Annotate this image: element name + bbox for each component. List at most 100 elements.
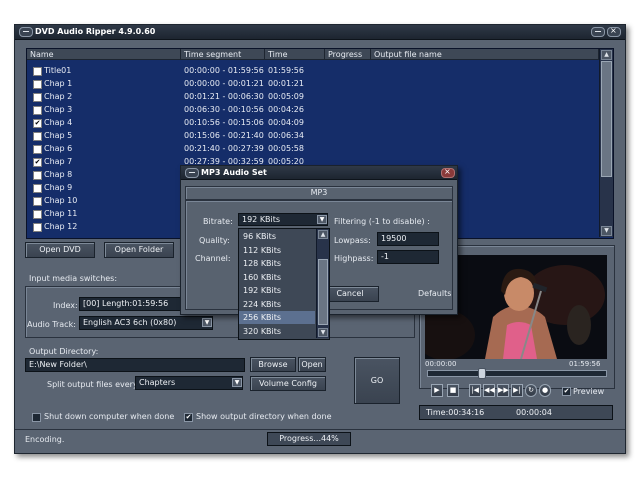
row-checkbox[interactable]: ✔: [33, 158, 42, 167]
column-time-segment[interactable]: Time segment: [181, 49, 265, 60]
dropdown-option[interactable]: 128 KBits: [239, 257, 315, 270]
column-output-file-name[interactable]: Output file name: [371, 49, 599, 60]
dialog-title-bar[interactable]: MP3 Audio Set ×: [181, 166, 457, 180]
dropdown-option[interactable]: 112 KBits: [239, 244, 315, 257]
show-directory-label: Show output directory when done: [196, 412, 332, 421]
open-dvd-button[interactable]: Open DVD: [25, 242, 95, 258]
dropdown-option[interactable]: 160 KBits: [239, 271, 315, 284]
audio-track-select[interactable]: English AC3 6ch (0x80): [79, 316, 213, 330]
index-field[interactable]: [00] Length:01:59:56: [79, 297, 193, 311]
shutdown-checkbox[interactable]: [32, 413, 41, 422]
row-time-segment: 00:10:56 - 00:15:06: [184, 118, 264, 127]
table-row[interactable]: Chap 5 00:15:06 - 00:21:40 00:06:34: [27, 129, 599, 142]
dropdown-scrollbar[interactable]: ▲ ▼: [316, 229, 329, 338]
loop-icon[interactable]: ↻: [525, 384, 537, 397]
table-row[interactable]: ✔ Chap 4 00:10:56 - 00:15:06 00:04:09: [27, 116, 599, 129]
scroll-up-icon[interactable]: ▲: [601, 50, 612, 60]
chevron-down-icon[interactable]: ▼: [317, 215, 327, 224]
play-icon[interactable]: ▶: [431, 384, 443, 397]
scroll-thumb[interactable]: [601, 61, 612, 177]
dropdown-scroll-down-icon[interactable]: ▼: [318, 328, 328, 337]
dialog-menu-icon[interactable]: [185, 168, 199, 178]
mp3-audio-set-dialog: MP3 Audio Set × MP3 Bitrate: 192 KBits ▼…: [180, 165, 458, 340]
filtering-label: Filtering (-1 to disable) :: [334, 217, 430, 226]
dropdown-option[interactable]: 224 KBits: [239, 298, 315, 311]
skip-end-icon[interactable]: ▶|: [511, 384, 523, 397]
time-start: 00:00:00: [425, 360, 457, 368]
lowpass-input[interactable]: 19500: [377, 232, 439, 246]
table-row[interactable]: Chap 2 00:01:21 - 00:06:30 00:05:09: [27, 90, 599, 103]
dropdown-option[interactable]: 192 KBits: [239, 284, 315, 297]
time-end: 01:59:56: [569, 360, 601, 368]
seek-bar[interactable]: [427, 368, 607, 379]
quality-label: Quality:: [199, 236, 230, 245]
row-checkbox[interactable]: [33, 67, 42, 76]
seek-handle[interactable]: [478, 368, 486, 379]
column-time[interactable]: Time: [265, 49, 325, 60]
table-row[interactable]: Chap 6 00:21:40 - 00:27:39 00:05:58: [27, 142, 599, 155]
open-output-button[interactable]: Open: [298, 357, 326, 372]
row-name: Chap 12: [44, 222, 78, 231]
row-name: Chap 6: [44, 144, 73, 153]
fast-forward-icon[interactable]: ▶▶: [497, 384, 509, 397]
skip-start-icon[interactable]: |◀: [469, 384, 481, 397]
dialog-close-icon[interactable]: ×: [441, 167, 455, 178]
minimize-icon[interactable]: [591, 27, 605, 37]
list-scrollbar[interactable]: ▲ ▼: [599, 49, 613, 237]
row-checkbox[interactable]: [33, 171, 42, 180]
row-checkbox[interactable]: [33, 106, 42, 115]
stop-icon[interactable]: ■: [447, 384, 459, 397]
snapshot-icon[interactable]: ●: [539, 384, 551, 397]
row-time: 00:04:09: [268, 118, 304, 127]
split-select[interactable]: Chapters: [135, 376, 243, 390]
table-row[interactable]: Title01 00:00:00 - 01:59:56 01:59:56: [27, 64, 599, 77]
row-name: Chap 2: [44, 92, 73, 101]
dropdown-items: 96 KBits 112 KBits 128 KBits 160 KBits 192 K…: [239, 230, 315, 338]
row-checkbox[interactable]: [33, 184, 42, 193]
table-row[interactable]: Chap 3 00:06:30 - 00:10:56 00:04:26: [27, 103, 599, 116]
bitrate-dropdown-list[interactable]: 96 KBits 112 KBits 128 KBits 160 KBits 192 K…: [238, 228, 330, 340]
progress-indicator: Progress...44%: [267, 432, 351, 446]
column-name[interactable]: Name: [27, 49, 181, 60]
row-checkbox[interactable]: [33, 93, 42, 102]
output-directory-field[interactable]: E:\New Folder\: [25, 358, 245, 372]
scroll-down-icon[interactable]: ▼: [601, 226, 612, 236]
rewind-icon[interactable]: ◀◀: [483, 384, 495, 397]
row-checkbox[interactable]: ✔: [33, 119, 42, 128]
bitrate-select[interactable]: 192 KBits: [238, 213, 328, 226]
chevron-down-icon[interactable]: ▼: [202, 318, 212, 327]
title-bar[interactable]: DVD Audio Ripper 4.9.0.60 ×: [15, 25, 625, 40]
preview-checkbox[interactable]: ✔: [562, 387, 571, 396]
row-checkbox[interactable]: [33, 210, 42, 219]
dropdown-option[interactable]: 320 KBits: [239, 325, 315, 338]
dropdown-option[interactable]: 96 KBits: [239, 230, 315, 243]
row-checkbox[interactable]: [33, 80, 42, 89]
column-progress[interactable]: Progress: [325, 49, 371, 60]
row-name: Chap 10: [44, 196, 78, 205]
row-checkbox[interactable]: [33, 145, 42, 154]
close-icon[interactable]: ×: [607, 26, 621, 37]
status-text: Encoding.: [25, 435, 65, 444]
open-folder-button[interactable]: Open Folder: [104, 242, 174, 258]
output-directory-label: Output Directory:: [29, 347, 99, 356]
go-button[interactable]: GO: [354, 357, 400, 404]
table-row[interactable]: Chap 1 00:00:00 - 00:01:21 00:01:21: [27, 77, 599, 90]
defaults-link[interactable]: Defaults: [418, 289, 451, 298]
time-info-secondary: 00:00:04: [516, 408, 552, 417]
row-name: Chap 4: [44, 118, 73, 127]
dropdown-scroll-thumb[interactable]: [318, 259, 328, 325]
volume-config-button[interactable]: Volume Config: [250, 376, 326, 391]
row-checkbox[interactable]: [33, 223, 42, 232]
preview-label: Preview: [573, 387, 605, 396]
row-checkbox[interactable]: [33, 197, 42, 206]
row-name: Chap 7: [44, 157, 73, 166]
chevron-down-icon[interactable]: ▼: [232, 378, 242, 387]
dropdown-option[interactable]: 256 KBits: [239, 311, 315, 324]
show-directory-checkbox[interactable]: ✔: [184, 413, 193, 422]
highpass-input[interactable]: -1: [377, 250, 439, 264]
system-menu-icon[interactable]: [19, 27, 33, 37]
dropdown-scroll-up-icon[interactable]: ▲: [318, 230, 328, 239]
bitrate-label: Bitrate:: [203, 217, 233, 226]
browse-button[interactable]: Browse: [250, 357, 296, 372]
row-checkbox[interactable]: [33, 132, 42, 141]
